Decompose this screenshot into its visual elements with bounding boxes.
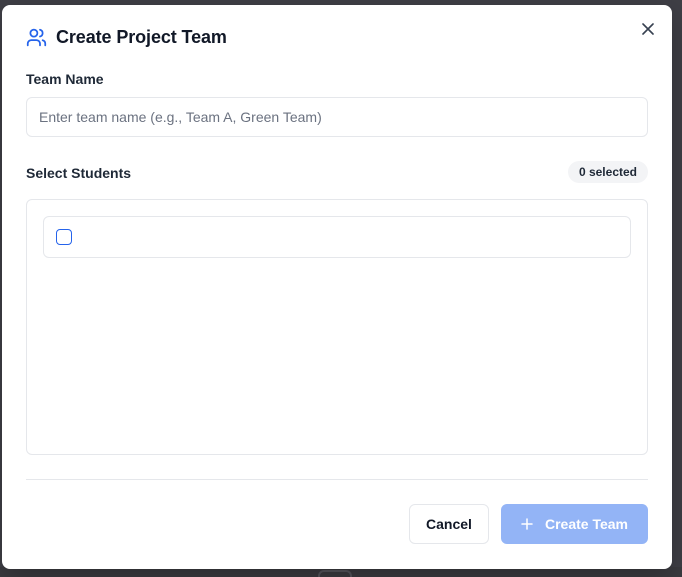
team-name-input[interactable] bbox=[26, 97, 648, 137]
create-team-dialog: Create Project Team Team Name Select Stu… bbox=[2, 5, 672, 569]
dialog-title: Create Project Team bbox=[56, 27, 227, 47]
close-icon bbox=[642, 23, 654, 35]
selected-count-badge: 0 selected bbox=[567, 161, 648, 183]
student-row[interactable] bbox=[43, 216, 631, 258]
backdrop-shape bbox=[318, 570, 352, 577]
select-students-label: Select Students bbox=[26, 165, 132, 181]
students-list bbox=[26, 199, 648, 455]
footer-divider bbox=[26, 479, 648, 480]
team-name-label: Team Name bbox=[26, 71, 104, 87]
cancel-button[interactable]: Cancel bbox=[409, 504, 489, 544]
dialog-header: Create Project Team bbox=[26, 27, 227, 48]
users-icon bbox=[26, 28, 47, 47]
close-button[interactable] bbox=[638, 19, 658, 39]
create-team-button[interactable]: Create Team bbox=[501, 504, 648, 544]
student-checkbox[interactable] bbox=[56, 229, 72, 245]
create-team-label: Create Team bbox=[544, 516, 628, 532]
plus-icon bbox=[521, 518, 533, 530]
